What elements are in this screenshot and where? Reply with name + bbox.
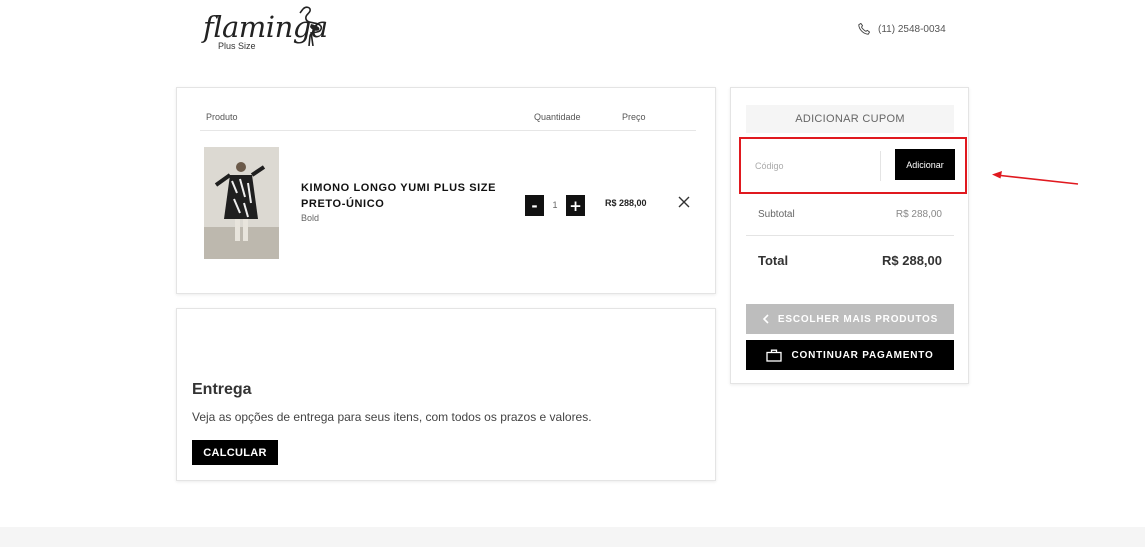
phone-number: (11) 2548-0034 [878, 23, 946, 35]
quantity-stepper: - 1 + [525, 195, 585, 216]
summary-divider [746, 235, 954, 236]
logo-subtitle: Plus Size [218, 41, 256, 51]
column-header-product: Produto [206, 112, 238, 122]
coupon-title[interactable]: ADICIONAR CUPOM [746, 105, 954, 133]
close-icon[interactable] [677, 195, 691, 209]
cart-panel: Produto Quantidade Preço KIMONO LONGO YU… [176, 87, 716, 294]
flamingo-icon [299, 6, 323, 46]
store-logo[interactable]: flaminga Plus Size [203, 6, 333, 54]
choose-more-products-label: ESCOLHER MAIS PRODUTOS [777, 313, 939, 325]
product-image[interactable] [204, 147, 279, 259]
coupon-form: Adicionar [739, 137, 967, 194]
shipping-panel: Entrega Veja as opções de entrega para s… [176, 308, 716, 481]
shipping-description: Veja as opções de entrega para seus iten… [192, 410, 592, 424]
shopping-bag-icon [766, 349, 783, 362]
shipping-title: Entrega [192, 381, 252, 398]
choose-more-products-button[interactable]: ESCOLHER MAIS PRODUTOS [746, 304, 954, 334]
order-summary-panel: ADICIONAR CUPOM Adicionar Subtotal R$ 28… [730, 87, 969, 384]
page-footer [0, 527, 1145, 547]
product-photo [204, 147, 279, 259]
decrease-quantity-button[interactable]: - [525, 195, 544, 216]
subtotal-value: R$ 288,00 [895, 209, 942, 220]
coupon-code-input[interactable] [753, 151, 881, 181]
subtotal-label: Subtotal [758, 209, 795, 220]
column-header-price: Preço [622, 112, 646, 122]
chevron-left-icon [762, 314, 769, 324]
annotation-arrow-icon [992, 171, 1079, 185]
continue-payment-label: CONTINUAR PAGAMENTO [791, 349, 934, 361]
total-label: Total [758, 253, 789, 268]
continue-payment-button[interactable]: CONTINUAR PAGAMENTO [746, 340, 954, 370]
phone-contact[interactable]: (11) 2548-0034 [857, 22, 946, 36]
header-divider [200, 130, 696, 131]
total-value: R$ 288,00 [882, 253, 942, 268]
column-header-quantity: Quantidade [534, 112, 581, 122]
product-price: R$ 288,00 [605, 198, 647, 208]
apply-coupon-button[interactable]: Adicionar [895, 149, 955, 180]
phone-icon [858, 22, 871, 35]
product-name[interactable]: KIMONO LONGO YUMI PLUS SIZE PRETO-ÚNICO [301, 180, 516, 212]
increase-quantity-button[interactable]: + [566, 195, 585, 216]
quantity-value[interactable]: 1 [544, 195, 566, 216]
product-variant: Bold [301, 213, 320, 223]
calculate-shipping-button[interactable]: CALCULAR [192, 440, 278, 465]
